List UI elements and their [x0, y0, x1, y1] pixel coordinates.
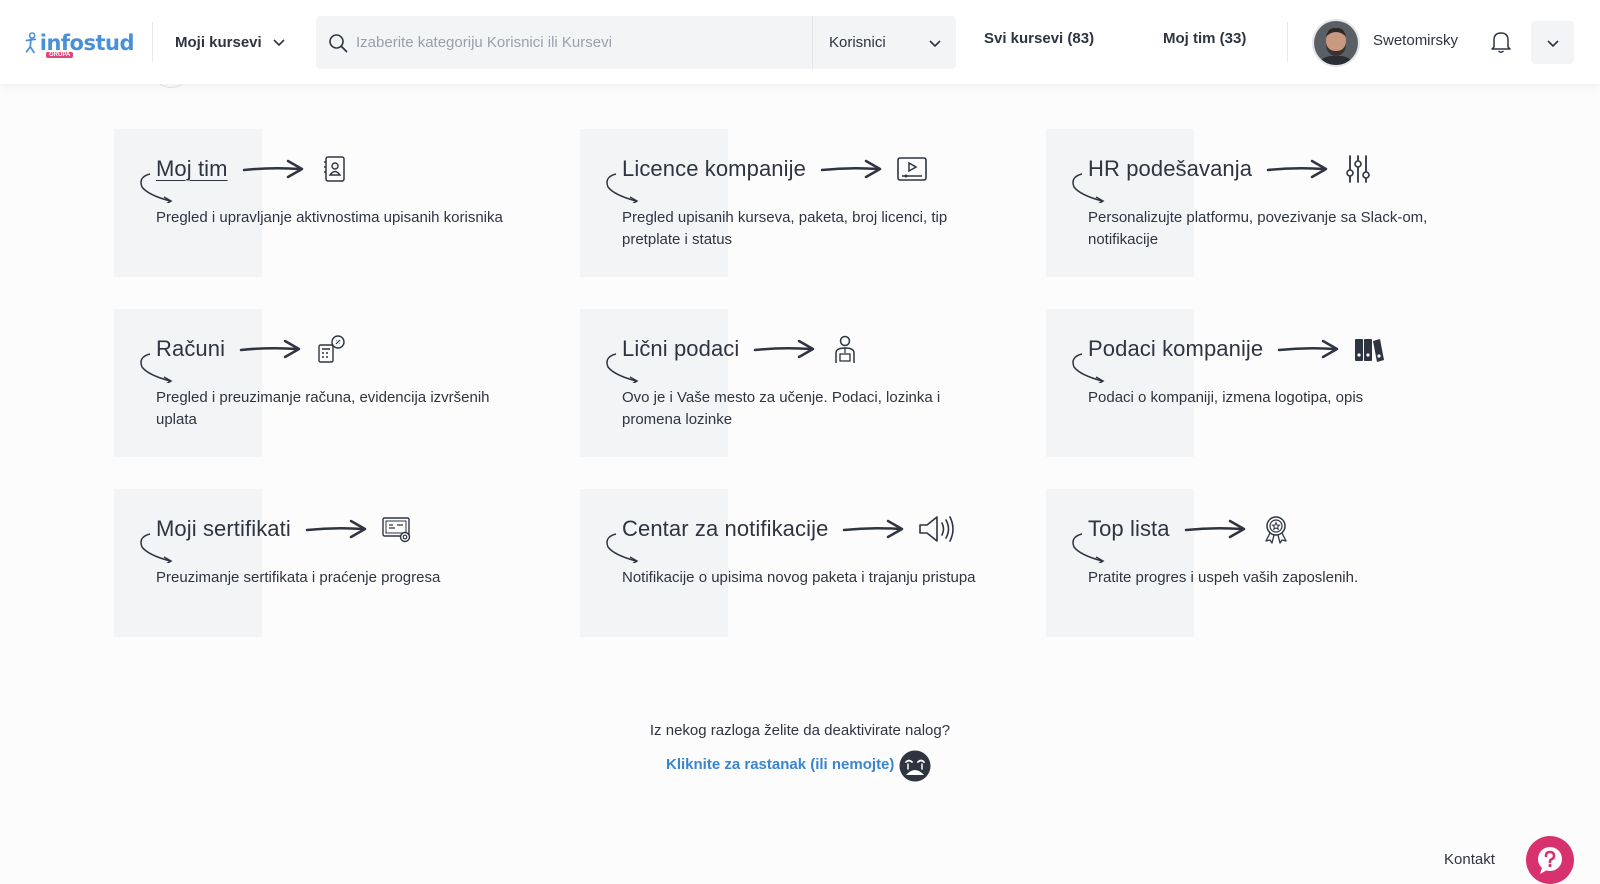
sliders-icon — [1346, 155, 1370, 183]
search-scope-select[interactable]: Korisnici — [813, 34, 956, 51]
card-description: Pregled i upravljanje aktivnostima upisa… — [156, 209, 503, 226]
card-title-row: Računi — [156, 333, 347, 365]
card-background — [580, 489, 728, 637]
arrow-right-icon — [1266, 159, 1328, 179]
card-description: Pregled upisanih kurseva, paketa, broj l… — [622, 209, 948, 248]
card-description: Podaci o kompaniji, izmena logotipa, opi… — [1088, 389, 1364, 406]
card-title[interactable]: Lični podaci — [622, 336, 739, 362]
card-title-row: HR podešavanja — [1088, 153, 1374, 185]
crying-face-icon — [899, 750, 931, 782]
card-description: Pratite progres i uspeh vaših zaposlenih… — [1088, 569, 1359, 586]
card-company-data[interactable]: Podaci kompanije Podaci o kompaniji, izm… — [1046, 309, 1486, 457]
logo-subtext: GRUPA — [46, 52, 74, 58]
card-background — [1046, 309, 1194, 457]
card-invoices[interactable]: Računi Pregled i preuzimanje računa, evi… — [114, 309, 554, 457]
arrow-right-icon — [820, 159, 882, 179]
video-player-icon — [897, 157, 927, 181]
arrow-right-icon — [305, 519, 367, 539]
user-photo — [1314, 21, 1358, 65]
arrow-right-icon — [843, 519, 904, 539]
card-description: Pregled i preuzimanje računa, evidencija… — [156, 389, 490, 428]
help-button[interactable] — [1526, 836, 1574, 884]
card-personal-data[interactable]: Lični podaci Ovo je i Vaše mesto za učen… — [580, 309, 1020, 457]
card-company-licences[interactable]: Licence kompanije Pregled upisanih kurse… — [580, 129, 1020, 277]
binders-icon — [1355, 339, 1385, 362]
card-title[interactable]: Računi — [156, 336, 225, 362]
team-id-icon — [323, 156, 345, 182]
arrow-right-icon — [754, 339, 815, 359]
card-title[interactable]: Centar za notifikacije — [622, 516, 828, 542]
speaker-icon — [919, 516, 955, 542]
card-title-row: Moji sertifikati — [156, 513, 413, 545]
help-question-icon — [1538, 847, 1562, 874]
card-background — [1046, 489, 1194, 637]
chevron-down-icon — [1546, 39, 1559, 47]
infostud-logo[interactable]: infostud GRUPA — [24, 22, 135, 64]
username[interactable]: Swetomirsky — [1373, 32, 1458, 49]
invoice-calculator-icon — [318, 335, 345, 363]
card-background — [114, 129, 262, 277]
arrow-right-icon — [239, 339, 301, 359]
header-divider — [152, 22, 153, 62]
chevron-down-icon — [929, 39, 941, 47]
card-my-certificates[interactable]: Moji sertifikati Preuzimanje sertifikata… — [114, 489, 554, 637]
search-bar: Korisnici — [316, 16, 956, 69]
card-title[interactable]: Moj tim — [156, 156, 228, 182]
deactivate-question: Iz nekog razloga želite da deaktivirate … — [649, 722, 951, 739]
card-background — [580, 309, 728, 457]
person-icon — [835, 335, 856, 363]
card-background — [114, 489, 262, 637]
card-my-team[interactable]: Moj tim Pregled i upravljanje aktivnosti… — [114, 129, 554, 277]
top-header: infostud GRUPA Moji kursevi Korisnici Sv… — [0, 0, 1600, 84]
deactivate-account-link[interactable]: Kliknite za rastanak (ili nemojte) — [666, 756, 894, 773]
arrow-right-icon — [1278, 339, 1339, 359]
search-scope-value: Korisnici — [829, 34, 886, 51]
search-input[interactable] — [356, 27, 812, 58]
card-background — [580, 129, 728, 277]
my-team-link[interactable]: Moj tim (33) — [1163, 30, 1246, 47]
card-title-row: Centar za notifikacije — [622, 513, 956, 545]
card-description: Personalizujte platformu, povezivanje sa… — [1088, 209, 1428, 248]
card-title-row: Top lista — [1088, 513, 1292, 545]
arrow-right-icon — [1184, 519, 1245, 539]
header-divider — [1287, 22, 1288, 62]
certificate-icon — [382, 517, 411, 543]
award-badge-icon — [1264, 516, 1287, 544]
arrow-right-icon — [242, 159, 303, 179]
account-dropdown-button[interactable] — [1531, 21, 1574, 64]
card-title[interactable]: Top lista — [1088, 516, 1170, 542]
card-description: Preuzimanje sertifikata i praćenje progr… — [156, 569, 441, 586]
contact-link[interactable]: Kontakt — [1444, 851, 1495, 868]
card-description: Notifikacije o upisima novog paketa i tr… — [622, 569, 976, 586]
all-courses-link[interactable]: Svi kursevi (83) — [984, 30, 1094, 47]
card-background — [1046, 129, 1194, 277]
chevron-down-icon — [273, 39, 285, 47]
card-title-row: Moj tim — [156, 153, 350, 185]
my-courses-label: Moji kursevi — [175, 33, 262, 51]
card-top-list[interactable]: Top lista Pratite progres i uspeh vaših … — [1046, 489, 1486, 637]
card-hr-settings[interactable]: HR podešavanja Personalizujte platformu,… — [1046, 129, 1486, 277]
logo-figure-icon — [25, 32, 37, 54]
card-notification-center[interactable]: Centar za notifikacije Notifikacije o up… — [580, 489, 1020, 637]
card-title[interactable]: Podaci kompanije — [1088, 336, 1263, 362]
my-courses-menu[interactable]: Moji kursevi — [175, 30, 286, 54]
bell-icon[interactable] — [1490, 30, 1514, 54]
search-icon — [326, 31, 350, 55]
card-title-row: Podaci kompanije — [1088, 333, 1385, 365]
card-background — [114, 309, 262, 457]
card-title[interactable]: Licence kompanije — [622, 156, 806, 182]
card-title-row: Lični podaci — [622, 333, 861, 365]
card-title[interactable]: Moji sertifikati — [156, 516, 291, 542]
card-title-row: Licence kompanije — [622, 153, 928, 185]
avatar[interactable] — [1312, 19, 1360, 67]
card-description: Ovo je i Vaše mesto za učenje. Podaci, l… — [622, 389, 941, 428]
card-title[interactable]: HR podešavanja — [1088, 156, 1252, 182]
